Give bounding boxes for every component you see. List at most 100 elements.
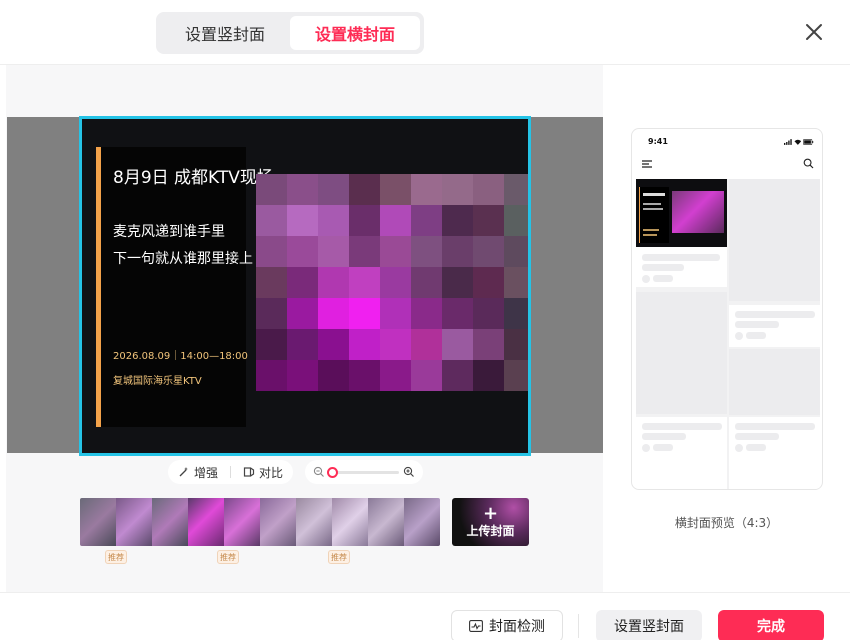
mosaic-cell xyxy=(411,205,442,236)
pixelated-photo xyxy=(256,174,528,391)
mosaic-cell xyxy=(318,174,349,205)
zoom-out-icon[interactable] xyxy=(313,466,325,478)
filmstrip-frame[interactable] xyxy=(80,498,116,546)
mosaic-cell xyxy=(473,174,504,205)
mosaic-cell xyxy=(256,205,287,236)
zoom-in-icon[interactable] xyxy=(403,466,415,478)
set-vertical-cover-button[interactable]: 设置竖封面 xyxy=(596,610,702,640)
mosaic-cell xyxy=(411,360,442,391)
mosaic-cell xyxy=(504,298,528,329)
mosaic-cell xyxy=(442,174,473,205)
menu-icon xyxy=(642,160,652,168)
mosaic-cell xyxy=(380,205,411,236)
mosaic-cell xyxy=(318,329,349,360)
mosaic-cell xyxy=(287,236,318,267)
upload-cover-button[interactable]: + 上传封面 xyxy=(452,498,529,546)
mosaic-cell xyxy=(349,205,380,236)
close-icon[interactable] xyxy=(804,22,824,42)
filmstrip-frame[interactable] xyxy=(152,498,188,546)
filmstrip-frame[interactable] xyxy=(368,498,404,546)
mosaic-cell xyxy=(349,329,380,360)
filmstrip-frame[interactable] xyxy=(224,498,260,546)
filmstrip-frame[interactable] xyxy=(116,498,152,546)
cover-dialog: 设置竖封面 设置横封面 8月9日 成都KTV现场 麦克风递到谁手里 下一句就从谁… xyxy=(0,0,850,640)
feed-card-active xyxy=(636,179,727,287)
status-time: 9:41 xyxy=(648,137,668,146)
feed-grid xyxy=(636,179,820,489)
zoom-slider[interactable] xyxy=(305,460,424,484)
mosaic-cell xyxy=(380,236,411,267)
zoom-handle[interactable] xyxy=(327,466,339,478)
mosaic-cell xyxy=(256,236,287,267)
filmstrip-frame[interactable] xyxy=(296,498,332,546)
mini-cover-thumbnail xyxy=(636,179,727,247)
mosaic-cell xyxy=(504,236,528,267)
cover-check-button[interactable]: 封面检测 xyxy=(451,610,563,640)
mosaic-cell xyxy=(256,329,287,360)
poster-venue: 复城国际海乐星KTV xyxy=(113,376,202,387)
cover-tabs: 设置竖封面 设置横封面 xyxy=(156,12,424,54)
mosaic-cell xyxy=(349,236,380,267)
mosaic-cell xyxy=(473,236,504,267)
mosaic-cell xyxy=(287,298,318,329)
mini-poster xyxy=(639,187,669,243)
mosaic-cell xyxy=(349,174,380,205)
mosaic-cell xyxy=(504,205,528,236)
mosaic-cell xyxy=(442,205,473,236)
mosaic-cell xyxy=(442,236,473,267)
mosaic-cell xyxy=(256,360,287,391)
mini-photo xyxy=(672,191,724,233)
mosaic-cell xyxy=(349,360,380,391)
poster-tagline-1: 麦克风递到谁手里 xyxy=(113,224,225,240)
wand-icon xyxy=(179,467,188,477)
frame-filmstrip[interactable] xyxy=(80,498,440,546)
status-icons xyxy=(784,139,814,145)
crop-frame[interactable]: 8月9日 成都KTV现场 麦克风递到谁手里 下一句就从谁那里接上 2026.08… xyxy=(79,116,531,456)
mosaic-cell xyxy=(318,205,349,236)
mosaic-cell xyxy=(287,267,318,298)
filmstrip-frame[interactable] xyxy=(404,498,440,546)
plus-icon: + xyxy=(482,502,499,524)
poster-tagline-2: 下一句就从谁那里接上 xyxy=(113,251,253,267)
mosaic-cell xyxy=(256,267,287,298)
contrast-button[interactable]: 对比 xyxy=(243,464,283,481)
mosaic-cell xyxy=(411,174,442,205)
tool-separator xyxy=(230,466,232,478)
event-poster: 8月9日 成都KTV现场 麦克风递到谁手里 下一句就从谁那里接上 2026.08… xyxy=(96,147,274,427)
image-toolbar: 增强 对比 xyxy=(168,460,444,484)
tab-vertical-cover[interactable]: 设置竖封面 xyxy=(160,16,290,50)
signal-icon xyxy=(784,139,792,145)
feed-card xyxy=(729,417,820,489)
mosaic-cell xyxy=(473,360,504,391)
zoom-track[interactable] xyxy=(327,466,400,478)
feed-card xyxy=(729,179,820,301)
mosaic-cell xyxy=(504,329,528,360)
filmstrip-frame[interactable] xyxy=(188,498,224,546)
mosaic-cell xyxy=(287,329,318,360)
feed-card xyxy=(636,417,727,489)
mosaic-cell xyxy=(380,298,411,329)
cover-check-label: 封面检测 xyxy=(489,619,545,635)
mosaic-cell xyxy=(256,298,287,329)
poster-accent-bar xyxy=(96,147,101,427)
recommend-badge: 推荐 xyxy=(328,550,350,564)
filmstrip-frame[interactable] xyxy=(260,498,296,546)
contrast-label: 对比 xyxy=(259,465,284,480)
tab-horizontal-cover[interactable]: 设置横封面 xyxy=(290,16,420,50)
pulse-icon xyxy=(469,620,483,632)
mosaic-cell xyxy=(473,205,504,236)
enhance-button[interactable]: 增强 xyxy=(178,464,218,481)
recommend-badge: 推荐 xyxy=(217,550,239,564)
mosaic-cell xyxy=(473,329,504,360)
mosaic-cell xyxy=(318,267,349,298)
battery-icon xyxy=(803,139,814,145)
filmstrip-frame[interactable] xyxy=(332,498,368,546)
upload-cover-label: 上传封面 xyxy=(466,523,515,538)
mosaic-cell xyxy=(380,360,411,391)
mosaic-cell xyxy=(287,205,318,236)
mosaic-cell xyxy=(380,329,411,360)
footer-divider xyxy=(0,592,850,593)
done-button[interactable]: 完成 xyxy=(718,610,824,640)
footer-separator xyxy=(578,614,579,638)
mosaic-cell xyxy=(442,329,473,360)
